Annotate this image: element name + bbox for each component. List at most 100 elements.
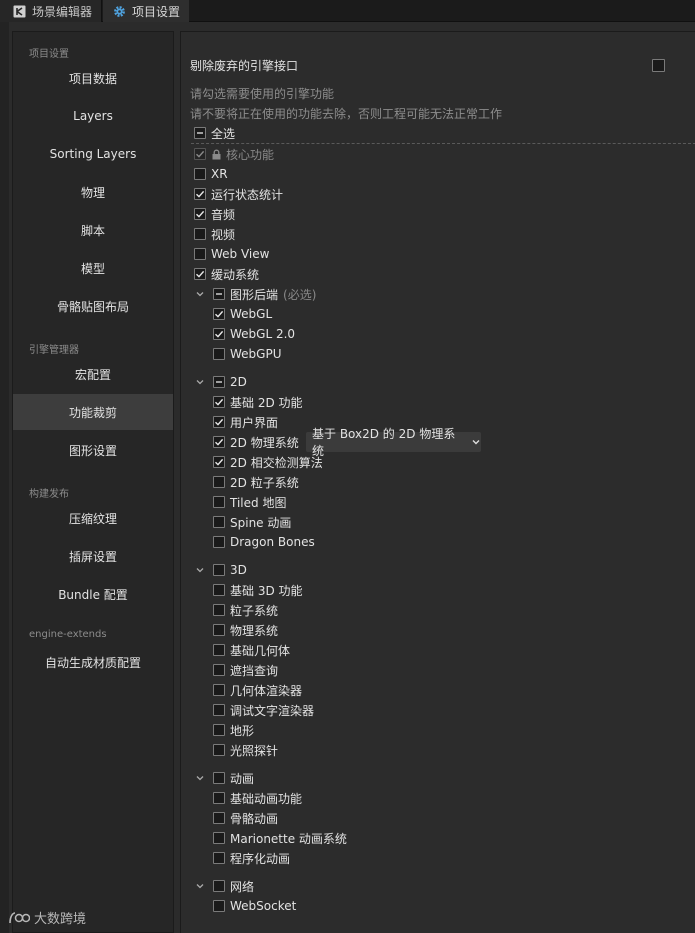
- debug-text-checkbox[interactable]: [213, 704, 225, 716]
- sidebar-item-bundle-config[interactable]: Bundle 配置: [13, 576, 173, 612]
- feature-physics[interactable]: 物理系统: [213, 621, 278, 639]
- sidebar-item-project-data[interactable]: 项目数据: [13, 60, 173, 96]
- group-2d-checkbox[interactable]: [213, 376, 225, 388]
- feature-basic-3d[interactable]: 基础 3D 功能: [213, 581, 303, 599]
- feature-spine[interactable]: Spine 动画: [213, 513, 291, 531]
- ui-checkbox[interactable]: [213, 416, 225, 428]
- webview-checkbox[interactable]: [194, 248, 206, 260]
- feature-tiled[interactable]: Tiled 地图: [213, 493, 286, 511]
- occlusion-checkbox[interactable]: [213, 664, 225, 676]
- particle-checkbox[interactable]: [213, 604, 225, 616]
- geometry-renderer-checkbox[interactable]: [213, 684, 225, 696]
- feature-procedural-animation[interactable]: 程序化动画: [213, 849, 290, 867]
- chevron-down-icon[interactable]: [194, 880, 206, 892]
- video-checkbox[interactable]: [194, 228, 206, 240]
- chevron-down-icon[interactable]: [194, 376, 206, 388]
- feature-occlusion[interactable]: 遮挡查询: [213, 661, 278, 679]
- intersection-2d-checkbox[interactable]: [213, 456, 225, 468]
- feature-webview[interactable]: Web View: [194, 245, 269, 263]
- sidebar-item-compressed-texture[interactable]: 压缩纹理: [13, 500, 173, 536]
- sidebar-section-build: 构建发布: [29, 489, 69, 500]
- feature-basic-animation[interactable]: 基础动画功能: [213, 789, 302, 807]
- feature-core: 核心功能: [194, 145, 274, 163]
- spine-checkbox[interactable]: [213, 516, 225, 528]
- feature-websocket[interactable]: WebSocket: [213, 897, 296, 915]
- feature-webgl[interactable]: WebGL: [213, 305, 272, 323]
- physics-2d-select[interactable]: 基于 Box2D 的 2D 物理系统: [306, 427, 481, 458]
- feature-audio[interactable]: 音频: [194, 205, 235, 223]
- chevron-down-icon[interactable]: [194, 564, 206, 576]
- feature-marionette[interactable]: Marionette 动画系统: [213, 829, 347, 847]
- feature-intersection-2d[interactable]: 2D 相交检测算法: [213, 453, 323, 471]
- terrain-checkbox[interactable]: [213, 724, 225, 736]
- tiled-checkbox[interactable]: [213, 496, 225, 508]
- feature-debug-text[interactable]: 调试文字渲染器: [213, 701, 314, 719]
- feature-dragonbones[interactable]: Dragon Bones: [213, 533, 315, 551]
- basic-3d-checkbox[interactable]: [213, 584, 225, 596]
- feature-ui[interactable]: 用户界面: [213, 413, 278, 431]
- feature-skeletal-animation[interactable]: 骨骼动画: [213, 809, 278, 827]
- feature-webgl2[interactable]: WebGL 2.0: [213, 325, 295, 343]
- group-network[interactable]: 网络: [194, 877, 254, 895]
- feature-tween[interactable]: 缓动系统: [194, 265, 259, 283]
- tween-checkbox[interactable]: [194, 268, 206, 280]
- webgpu-label: WebGPU: [230, 347, 282, 361]
- group-3d-checkbox[interactable]: [213, 564, 225, 576]
- webgpu-checkbox[interactable]: [213, 348, 225, 360]
- feature-terrain[interactable]: 地形: [213, 721, 254, 739]
- sidebar-item-model[interactable]: 模型: [13, 250, 173, 286]
- marionette-checkbox[interactable]: [213, 832, 225, 844]
- websocket-checkbox[interactable]: [213, 900, 225, 912]
- group-graphics-backend[interactable]: 图形后端 (必选): [194, 285, 316, 303]
- feature-xr[interactable]: XR: [194, 165, 228, 183]
- feature-geometry-renderer[interactable]: 几何体渲染器: [213, 681, 302, 699]
- select-all[interactable]: 全选: [194, 124, 235, 142]
- webgl-checkbox[interactable]: [213, 308, 225, 320]
- feature-particle[interactable]: 粒子系统: [213, 601, 278, 619]
- sidebar-item-layers[interactable]: Layers: [13, 98, 173, 134]
- feature-physics-2d[interactable]: 2D 物理系统: [213, 433, 299, 451]
- group-3d[interactable]: 3D: [194, 561, 247, 579]
- webgl2-checkbox[interactable]: [213, 328, 225, 340]
- xr-checkbox[interactable]: [194, 168, 206, 180]
- select-all-checkbox[interactable]: [194, 127, 206, 139]
- basic-2d-checkbox[interactable]: [213, 396, 225, 408]
- physics-checkbox[interactable]: [213, 624, 225, 636]
- audio-checkbox[interactable]: [194, 208, 206, 220]
- tab-scene-editor[interactable]: 场景编辑器: [0, 0, 102, 22]
- chevron-down-icon[interactable]: [194, 288, 206, 300]
- chevron-down-icon[interactable]: [194, 772, 206, 784]
- particle-2d-checkbox[interactable]: [213, 476, 225, 488]
- tab-project-settings[interactable]: 项目设置: [103, 0, 189, 22]
- graphics-backend-checkbox[interactable]: [213, 288, 225, 300]
- sidebar-item-skeleton-texture-layout[interactable]: 骨骼贴图布局: [13, 288, 173, 324]
- feature-video[interactable]: 视频: [194, 225, 235, 243]
- sidebar-item-feature-cropping[interactable]: 功能裁剪: [13, 394, 173, 430]
- sidebar-item-scripts[interactable]: 脚本: [13, 212, 173, 248]
- feature-runtime-stats[interactable]: 运行状态统计: [194, 185, 283, 203]
- sidebar-item-auto-material[interactable]: 自动生成材质配置: [13, 644, 173, 680]
- light-probe-checkbox[interactable]: [213, 744, 225, 756]
- dragonbones-checkbox[interactable]: [213, 536, 225, 548]
- group-animation-checkbox[interactable]: [213, 772, 225, 784]
- basic-animation-checkbox[interactable]: [213, 792, 225, 804]
- group-animation[interactable]: 动画: [194, 769, 254, 787]
- feature-light-probe[interactable]: 光照探针: [213, 741, 278, 759]
- sidebar-item-sorting-layers[interactable]: Sorting Layers: [13, 136, 173, 172]
- primitive-checkbox[interactable]: [213, 644, 225, 656]
- sidebar-item-macro-config[interactable]: 宏配置: [13, 356, 173, 392]
- sidebar-item-splash-settings[interactable]: 插屏设置: [13, 538, 173, 574]
- procedural-animation-checkbox[interactable]: [213, 852, 225, 864]
- feature-particle-2d[interactable]: 2D 粒子系统: [213, 473, 299, 491]
- sidebar-item-graphics-settings[interactable]: 图形设置: [13, 432, 173, 468]
- feature-primitive[interactable]: 基础几何体: [213, 641, 290, 659]
- remove-deprecated-checkbox[interactable]: [652, 59, 665, 72]
- group-network-checkbox[interactable]: [213, 880, 225, 892]
- group-2d[interactable]: 2D: [194, 373, 247, 391]
- feature-basic-2d[interactable]: 基础 2D 功能: [213, 393, 303, 411]
- skeletal-animation-checkbox[interactable]: [213, 812, 225, 824]
- feature-webgpu[interactable]: WebGPU: [213, 345, 281, 363]
- runtime-stats-checkbox[interactable]: [194, 188, 206, 200]
- sidebar-item-physics[interactable]: 物理: [13, 174, 173, 210]
- physics-2d-checkbox[interactable]: [213, 436, 225, 448]
